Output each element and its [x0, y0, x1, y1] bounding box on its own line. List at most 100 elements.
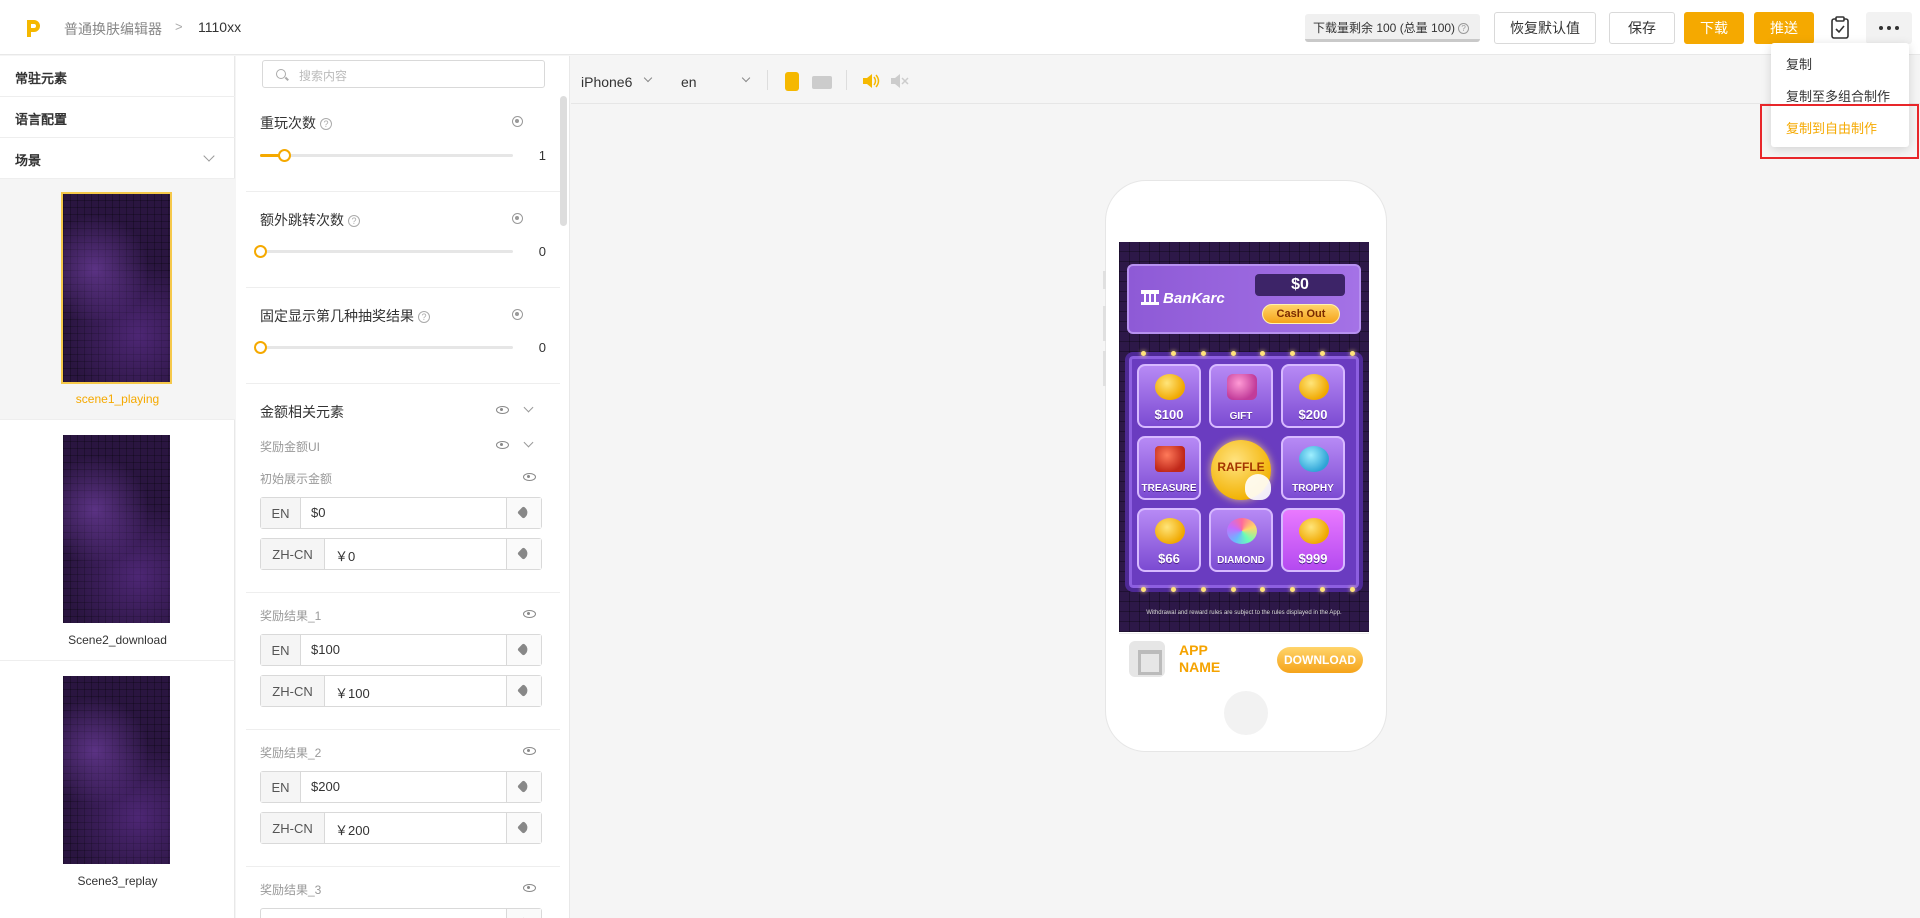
- scene-thumbnail[interactable]: [61, 192, 172, 384]
- push-button[interactable]: 推送: [1754, 12, 1814, 44]
- style-brush-icon[interactable]: [506, 635, 541, 665]
- reward-result-en-field[interactable]: [260, 908, 542, 918]
- reward-result-zh-field[interactable]: ZH-CN ￥200: [260, 812, 542, 844]
- reset-icon[interactable]: [512, 213, 523, 224]
- sidebar-item-scenes[interactable]: 场景: [15, 150, 41, 169]
- slider-handle[interactable]: [254, 341, 267, 354]
- eye-icon[interactable]: [523, 884, 536, 892]
- scene-thumbnail[interactable]: [63, 676, 170, 864]
- style-brush-icon[interactable]: [506, 772, 541, 802]
- help-icon[interactable]: ?: [1458, 23, 1470, 34]
- pointer-hand-icon: [1245, 474, 1271, 500]
- bank-name: BanKarc: [1141, 290, 1225, 307]
- scene-item[interactable]: scene1_playing: [0, 179, 235, 419]
- style-brush-icon[interactable]: [506, 539, 541, 569]
- field-value[interactable]: ￥0: [335, 546, 355, 565]
- field-value[interactable]: ￥100: [335, 683, 370, 702]
- treasure-chest-icon: [1155, 446, 1185, 472]
- replay-count-slider[interactable]: [260, 149, 513, 162]
- style-brush-icon[interactable]: [506, 498, 541, 528]
- sound-on-icon[interactable]: [861, 73, 881, 89]
- sound-off-icon[interactable]: [889, 73, 909, 89]
- field-value[interactable]: ￥200: [335, 820, 370, 839]
- field-value[interactable]: $0: [311, 505, 325, 520]
- sidebar-item-language-config[interactable]: 语言配置: [15, 109, 67, 128]
- preview-toolbar: iPhone6 en: [571, 56, 1920, 104]
- prize-board: $100 GIFT $200 TREASURE RAFFLE TROPHY $6…: [1125, 351, 1363, 592]
- language-select[interactable]: en: [681, 74, 697, 90]
- menu-item-copy[interactable]: 复制: [1786, 54, 1812, 73]
- extra-jump-text: 额外跳转次数: [260, 212, 344, 228]
- style-brush-icon[interactable]: [506, 909, 541, 918]
- sidebar-item-resident-elements[interactable]: 常驻元素: [15, 68, 67, 87]
- breadcrumb-separator: >: [175, 19, 183, 34]
- coins-icon: [1155, 518, 1185, 544]
- field-value[interactable]: $200: [311, 779, 340, 794]
- prize-tile[interactable]: $100: [1137, 364, 1201, 428]
- prize-tile[interactable]: $66: [1137, 508, 1201, 572]
- reward-result-zh-field[interactable]: ZH-CN ￥100: [260, 675, 542, 707]
- app-logo-icon: [27, 20, 40, 37]
- landscape-mode-icon[interactable]: [812, 76, 832, 89]
- replay-count-label: 重玩次数?: [260, 113, 332, 133]
- save-button[interactable]: 保存: [1609, 12, 1675, 44]
- app-download-button[interactable]: DOWNLOAD: [1277, 647, 1363, 673]
- prize-tile[interactable]: TREASURE: [1137, 436, 1201, 500]
- download-button[interactable]: 下载: [1684, 12, 1744, 44]
- portrait-mode-icon[interactable]: [785, 72, 799, 91]
- reward-result-en-field[interactable]: EN $100: [260, 634, 542, 666]
- restore-default-button[interactable]: 恢复默认值: [1494, 12, 1596, 44]
- disclaimer-text: Withdrawal and reward rules are subject …: [1146, 610, 1342, 616]
- scrollbar[interactable]: [560, 96, 567, 226]
- amount-section-title: 金额相关元素: [260, 404, 344, 420]
- scene-item[interactable]: Scene2_download: [0, 420, 235, 660]
- eye-icon[interactable]: [523, 610, 536, 618]
- reward-result-title: 奖励结果_3: [260, 883, 322, 897]
- prize-tile[interactable]: GIFT: [1209, 364, 1273, 428]
- reset-icon[interactable]: [512, 116, 523, 127]
- slider-handle[interactable]: [254, 245, 267, 258]
- prize-tile[interactable]: $200: [1281, 364, 1345, 428]
- eye-icon[interactable]: [496, 406, 509, 414]
- cash-out-button[interactable]: Cash Out: [1262, 304, 1340, 324]
- field-value[interactable]: $100: [311, 642, 340, 657]
- prize-tile[interactable]: DIAMOND: [1209, 508, 1273, 572]
- eye-icon[interactable]: [496, 441, 509, 449]
- chevron-down-icon[interactable]: [203, 150, 215, 162]
- help-icon[interactable]: ?: [348, 215, 360, 227]
- game-screen[interactable]: BanKarc $0 Cash Out $100 GIFT $200 TREAS…: [1119, 242, 1369, 632]
- chevron-down-icon[interactable]: [523, 402, 534, 413]
- fixed-result-slider[interactable]: [254, 341, 513, 354]
- prize-tile[interactable]: TROPHY: [1281, 436, 1345, 500]
- top-bar: 普通换肤编辑器 > 1110xx 下载量剩余 100 (总量 100)? 恢复默…: [0, 0, 1920, 55]
- style-brush-icon[interactable]: [506, 676, 541, 706]
- raffle-button[interactable]: RAFFLE: [1209, 436, 1273, 500]
- phone-button: [1103, 306, 1106, 341]
- slider-handle[interactable]: [278, 149, 291, 162]
- breadcrumb-root[interactable]: 普通换肤编辑器: [64, 19, 162, 39]
- reset-icon[interactable]: [512, 309, 523, 320]
- scene-thumbnail[interactable]: [63, 435, 170, 623]
- prize-tile[interactable]: $999: [1281, 508, 1345, 572]
- tile-label: GIFT: [1229, 411, 1253, 422]
- more-menu-button[interactable]: [1866, 12, 1912, 44]
- chevron-down-icon[interactable]: [741, 73, 751, 83]
- chevron-down-icon[interactable]: [643, 73, 653, 83]
- menu-item-copy-to-multi[interactable]: 复制至多组合制作: [1786, 86, 1890, 105]
- help-icon[interactable]: ?: [320, 118, 332, 130]
- replay-count-text: 重玩次数: [260, 115, 316, 131]
- initial-amount-zh-field[interactable]: ZH-CN ￥0: [260, 538, 542, 570]
- eye-icon[interactable]: [523, 473, 536, 481]
- extra-jump-slider[interactable]: [254, 245, 513, 258]
- scene-item[interactable]: Scene3_replay: [0, 661, 235, 901]
- chevron-down-icon[interactable]: [523, 437, 534, 448]
- device-select[interactable]: iPhone6: [581, 74, 632, 90]
- reward-result-en-field[interactable]: EN $200: [260, 771, 542, 803]
- help-icon[interactable]: ?: [418, 311, 430, 323]
- initial-amount-en-field[interactable]: EN $0: [260, 497, 542, 529]
- breadcrumb-current: 1110xx: [198, 19, 242, 35]
- eye-icon[interactable]: [523, 747, 536, 755]
- search-input[interactable]: 搜索内容: [262, 60, 545, 88]
- clipboard-check-icon[interactable]: [1826, 14, 1854, 42]
- style-brush-icon[interactable]: [506, 813, 541, 843]
